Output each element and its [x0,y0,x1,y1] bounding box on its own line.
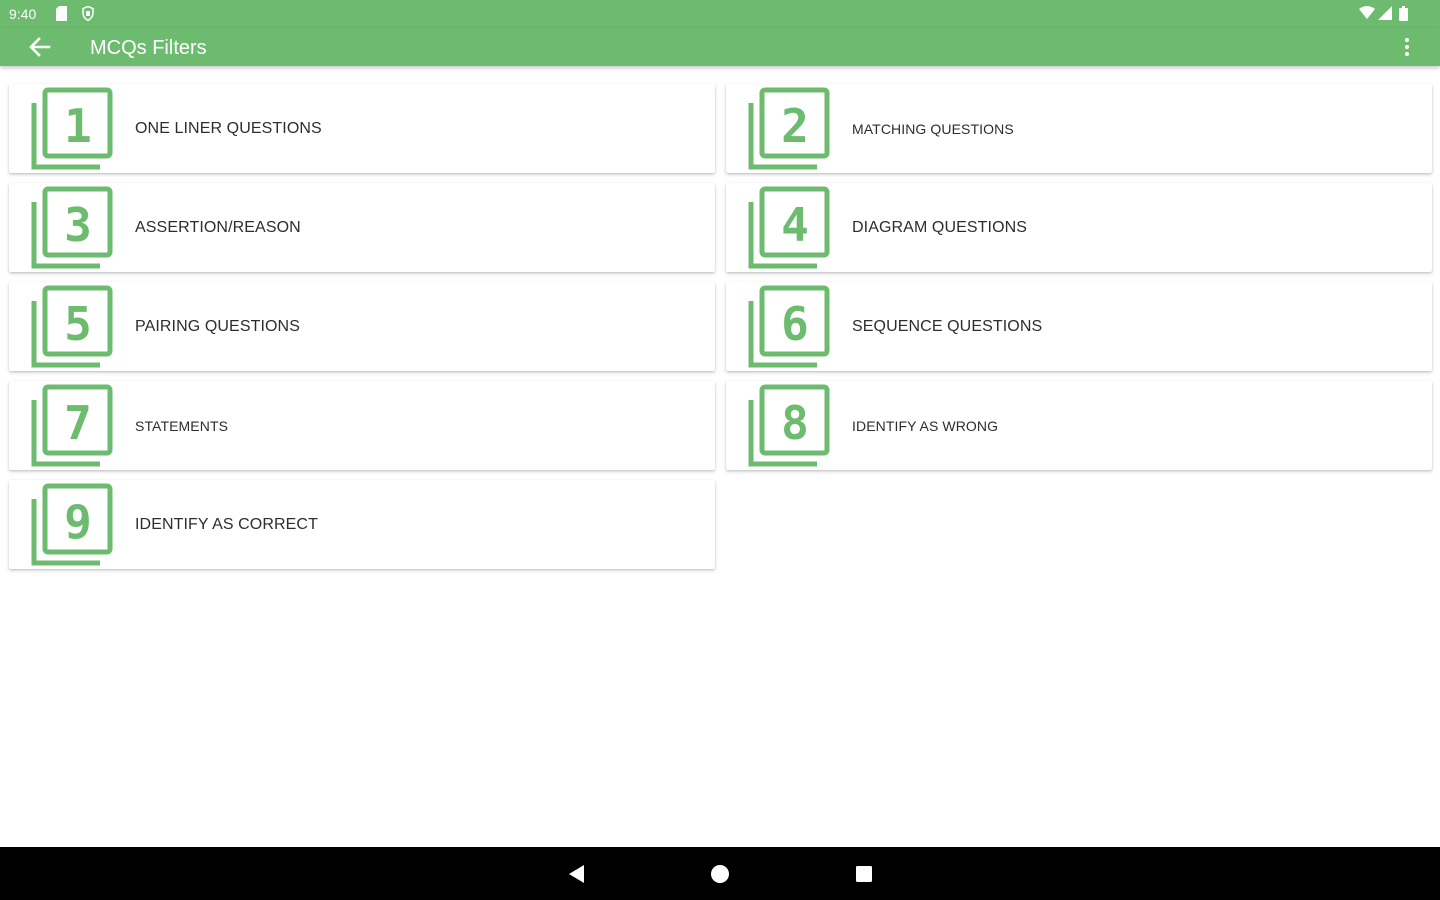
number-9-icon: 9 [31,483,113,566]
app-root: 9:40 MCQs Filters 1 ONE LINER QUESTIONS … [0,0,1440,900]
filter-card-8[interactable]: 8 IDENTIFY AS WRONG [726,381,1432,470]
nav-recents-icon [856,866,872,882]
number-7-icon: 7 [31,384,113,467]
number-5-icon: 5 [31,285,113,368]
number-5-digit: 5 [64,297,92,351]
nav-home-icon [711,865,729,883]
number-6-icon: 6 [748,285,830,368]
number-9-digit: 9 [64,495,92,549]
filter-label: ONE LINER QUESTIONS [135,120,322,137]
number-2-icon: 2 [748,87,830,170]
number-1-icon: 1 [31,87,113,170]
filter-card-6[interactable]: 6 SEQUENCE QUESTIONS [726,282,1432,371]
status-bar: 9:40 [0,0,1440,28]
filter-card-4[interactable]: 4 DIAGRAM QUESTIONS [726,183,1432,272]
nav-home-button[interactable] [707,861,733,887]
filter-label: IDENTIFY AS WRONG [852,418,999,434]
nav-back-icon [569,865,584,883]
number-6-digit: 6 [781,297,809,351]
filter-label: SEQUENCE QUESTIONS [852,318,1043,335]
filter-label: MATCHING QUESTIONS [852,121,1014,137]
shield-icon [82,6,94,21]
filter-card-3[interactable]: 3 ASSERTION/REASON [9,183,715,272]
back-button[interactable] [26,34,54,60]
filter-label: STATEMENTS [135,418,229,434]
filter-label: ASSERTION/REASON [135,219,301,236]
number-2-digit: 2 [781,99,809,153]
status-time: 9:40 [9,6,37,22]
cell-signal-icon [1378,6,1392,20]
filter-label: IDENTIFY AS CORRECT [135,516,318,533]
filter-label: DIAGRAM QUESTIONS [852,219,1028,236]
navigation-bar [0,847,1440,900]
nav-recents-button[interactable] [851,861,877,887]
number-7-digit: 7 [64,396,92,450]
battery-icon [1399,6,1408,21]
filter-card-7[interactable]: 7 STATEMENTS [9,381,715,470]
filter-card-5[interactable]: 5 PAIRING QUESTIONS [9,282,715,371]
number-3-icon: 3 [31,186,113,269]
sd-card-icon [56,6,67,21]
more-vert-icon [1405,38,1409,56]
overflow-menu-button[interactable] [1395,34,1419,60]
filter-card-1[interactable]: 1 ONE LINER QUESTIONS [9,84,715,173]
number-3-digit: 3 [64,198,92,252]
number-8-digit: 8 [781,396,809,450]
number-4-icon: 4 [748,186,830,269]
wifi-icon [1359,6,1375,20]
arrow-back-icon [29,37,51,57]
app-bar: MCQs Filters [0,28,1440,66]
filter-label: PAIRING QUESTIONS [135,318,300,335]
number-4-digit: 4 [781,198,809,252]
page-title: MCQs Filters [90,37,207,59]
filter-card-2[interactable]: 2 MATCHING QUESTIONS [726,84,1432,173]
number-8-icon: 8 [748,384,830,467]
nav-back-button[interactable] [563,861,589,887]
number-1-digit: 1 [64,99,92,153]
filter-card-9[interactable]: 9 IDENTIFY AS CORRECT [9,480,715,569]
